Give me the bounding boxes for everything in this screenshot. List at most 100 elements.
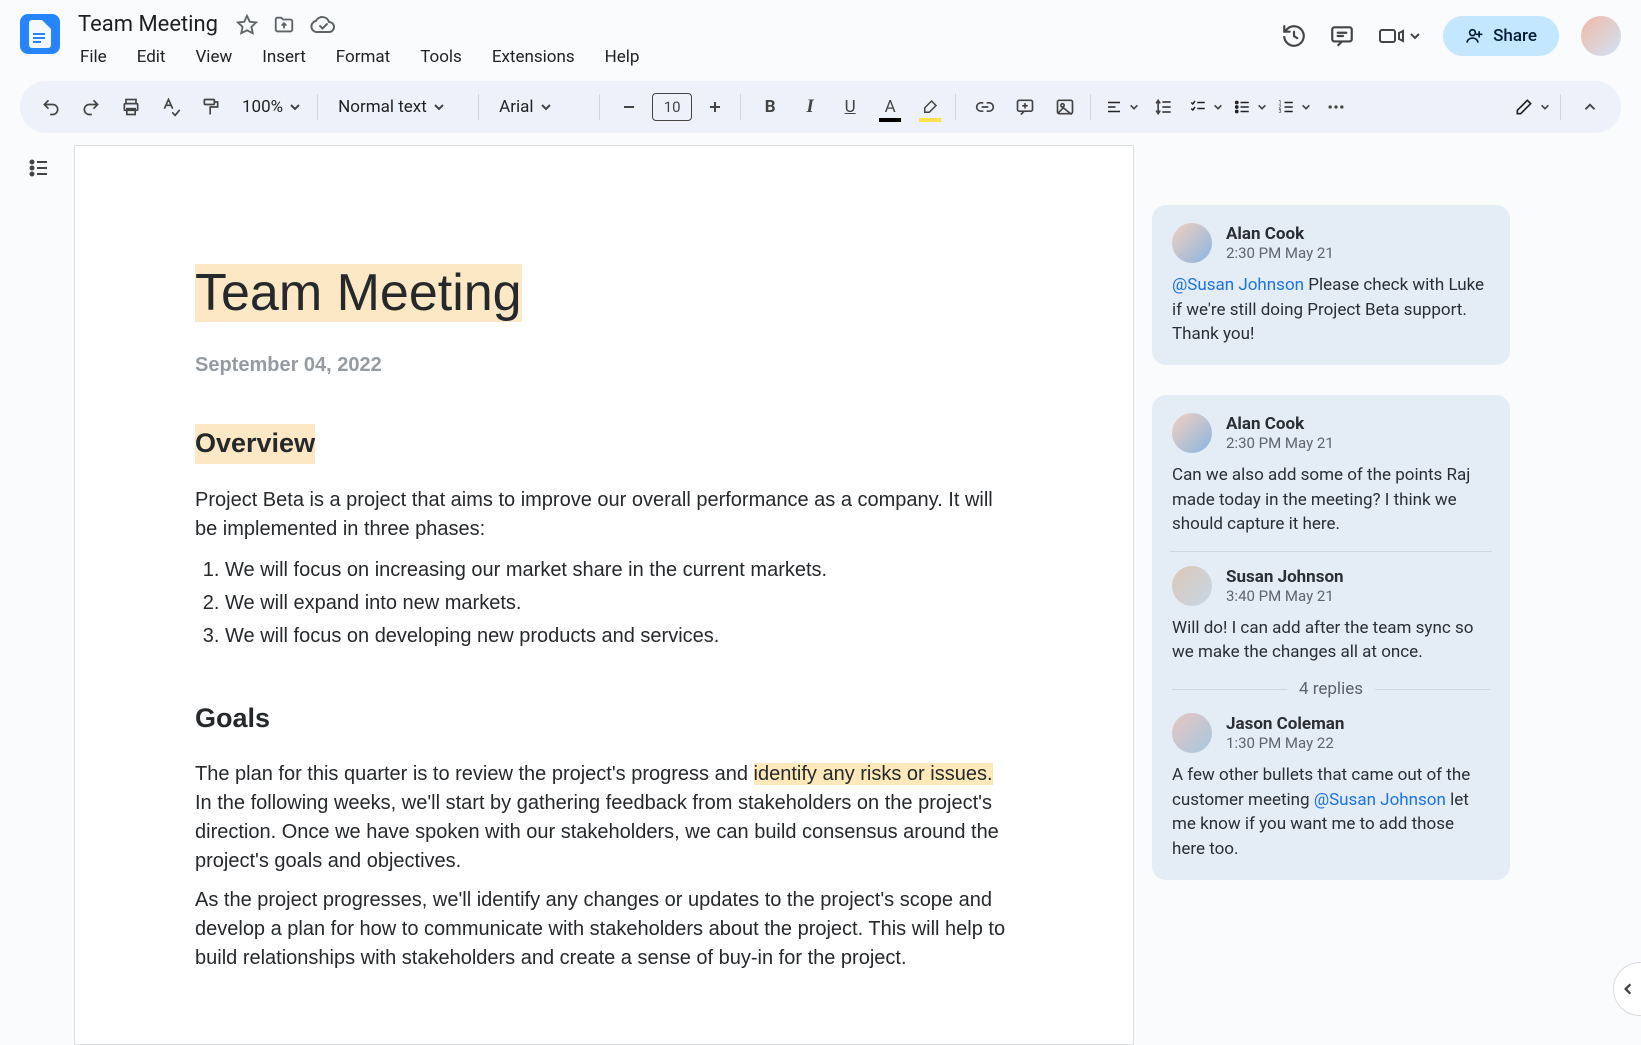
cloud-status-icon[interactable] xyxy=(310,14,336,36)
list-item: We will focus on developing new products… xyxy=(225,622,1013,651)
menu-edit[interactable]: Edit xyxy=(131,43,172,71)
undo-icon[interactable] xyxy=(34,90,68,124)
goals-paragraph-2: As the project progresses, we'll identif… xyxy=(195,886,1013,973)
chevron-down-icon xyxy=(1301,102,1311,112)
italic-button[interactable]: I xyxy=(793,90,827,124)
app-header: Team Meeting File Edit View Insert Forma… xyxy=(0,0,1641,71)
doc-heading-title: Team Meeting xyxy=(195,264,522,322)
numbered-list-select[interactable]: 123 xyxy=(1275,90,1313,124)
chevron-down-icon xyxy=(1540,102,1550,112)
comments-icon[interactable] xyxy=(1329,23,1355,49)
bulleted-list-select[interactable] xyxy=(1231,90,1269,124)
comment-time: 2:30 PM May 21 xyxy=(1226,434,1334,452)
comment-author: Alan Cook xyxy=(1226,414,1334,434)
insert-link-icon[interactable] xyxy=(968,90,1002,124)
more-tools-icon[interactable] xyxy=(1319,90,1353,124)
comment-body: Will do! I can add after the team sync s… xyxy=(1172,616,1490,665)
menu-help[interactable]: Help xyxy=(599,43,646,71)
chevron-left-icon xyxy=(1621,982,1635,996)
move-icon[interactable] xyxy=(272,14,296,36)
list-item: We will expand into new markets. xyxy=(225,589,1013,618)
history-icon[interactable] xyxy=(1281,23,1307,49)
chevron-down-icon xyxy=(289,101,301,113)
print-icon[interactable] xyxy=(114,90,148,124)
mention[interactable]: @Susan Johnson xyxy=(1172,275,1304,295)
font-size-increase[interactable] xyxy=(698,90,732,124)
editing-mode-select[interactable] xyxy=(1512,90,1552,124)
highlighted-text: identify any risks or issues. xyxy=(754,763,993,785)
chevron-down-icon[interactable] xyxy=(1409,30,1421,42)
insert-image-icon[interactable] xyxy=(1048,90,1082,124)
comments-panel: Alan Cook 2:30 PM May 21 @Susan Johnson … xyxy=(1152,205,1510,880)
meet-icon[interactable] xyxy=(1377,24,1421,48)
spellcheck-icon[interactable] xyxy=(154,90,188,124)
comment-time: 2:30 PM May 21 xyxy=(1226,244,1334,262)
avatar xyxy=(1172,223,1212,263)
docs-logo-icon[interactable] xyxy=(20,14,60,54)
heading-goals: Goals xyxy=(195,699,270,738)
paint-format-icon[interactable] xyxy=(194,90,228,124)
menu-insert[interactable]: Insert xyxy=(256,43,312,71)
avatar xyxy=(1172,413,1212,453)
chevron-down-icon xyxy=(1129,102,1139,112)
list-item: We will focus on increasing our market s… xyxy=(225,556,1013,585)
comment-time: 1:30 PM May 22 xyxy=(1226,734,1344,752)
avatar xyxy=(1172,713,1212,753)
bold-button[interactable]: B xyxy=(753,90,787,124)
paragraph-style-value: Normal text xyxy=(338,97,427,117)
mention[interactable]: @Susan Johnson xyxy=(1314,790,1446,810)
people-icon xyxy=(1465,26,1485,46)
comment-body: @Susan Johnson Please check with Luke if… xyxy=(1172,273,1490,347)
align-select[interactable] xyxy=(1103,90,1141,124)
redo-icon[interactable] xyxy=(74,90,108,124)
underline-button[interactable]: U xyxy=(833,90,867,124)
chevron-down-icon xyxy=(1257,102,1267,112)
svg-text:3: 3 xyxy=(1279,109,1282,115)
replies-count[interactable]: 4 replies xyxy=(1299,679,1363,699)
menu-extensions[interactable]: Extensions xyxy=(486,43,581,71)
comment-body: Can we also add some of the points Raj m… xyxy=(1172,463,1490,537)
collapse-toolbar-icon[interactable] xyxy=(1573,90,1607,124)
menu-tools[interactable]: Tools xyxy=(414,43,468,71)
doc-title[interactable]: Team Meeting xyxy=(74,10,222,39)
goals-paragraph-1: The plan for this quarter is to review t… xyxy=(195,760,1013,876)
account-avatar[interactable] xyxy=(1581,16,1621,56)
paragraph-style-select[interactable]: Normal text xyxy=(330,90,470,124)
comment-body: A few other bullets that came out of the… xyxy=(1172,763,1490,862)
share-label: Share xyxy=(1493,26,1537,46)
comment-author: Alan Cook xyxy=(1226,224,1334,244)
comment-author: Jason Coleman xyxy=(1226,714,1344,734)
chevron-down-icon xyxy=(433,101,445,113)
comment-time: 3:40 PM May 21 xyxy=(1226,587,1344,605)
share-button[interactable]: Share xyxy=(1443,16,1559,56)
avatar xyxy=(1172,566,1212,606)
phases-list: We will focus on increasing our market s… xyxy=(195,556,1013,651)
text-color-button[interactable]: A xyxy=(873,90,907,124)
document-outline-icon[interactable] xyxy=(22,151,56,185)
line-spacing-icon[interactable] xyxy=(1147,90,1181,124)
font-size-input[interactable]: 10 xyxy=(652,93,692,121)
highlight-color-button[interactable] xyxy=(913,90,947,124)
add-comment-icon[interactable] xyxy=(1008,90,1042,124)
checklist-select[interactable] xyxy=(1187,90,1225,124)
overview-paragraph: Project Beta is a project that aims to i… xyxy=(195,486,1013,544)
toolbar: 100% Normal text Arial 10 B I U A xyxy=(20,81,1621,133)
chevron-down-icon xyxy=(540,101,552,113)
font-select[interactable]: Arial xyxy=(491,90,591,124)
zoom-select[interactable]: 100% xyxy=(234,90,309,124)
font-value: Arial xyxy=(499,97,533,117)
star-icon[interactable] xyxy=(236,14,258,36)
comment-card[interactable]: Alan Cook 2:30 PM May 21 @Susan Johnson … xyxy=(1152,205,1510,365)
chevron-down-icon xyxy=(1213,102,1223,112)
zoom-value: 100% xyxy=(242,97,283,117)
menu-format[interactable]: Format xyxy=(330,43,396,71)
comment-card[interactable]: Alan Cook 2:30 PM May 21 Can we also add… xyxy=(1152,395,1510,880)
comment-author: Susan Johnson xyxy=(1226,567,1344,587)
font-size-decrease[interactable] xyxy=(612,90,646,124)
menu-file[interactable]: File xyxy=(74,43,113,71)
menu-bar: File Edit View Insert Format Tools Exten… xyxy=(74,43,1267,71)
heading-overview: Overview xyxy=(195,424,315,463)
doc-date: September 04, 2022 xyxy=(195,351,1013,380)
document-page[interactable]: Team Meeting September 04, 2022 Overview… xyxy=(74,145,1134,1045)
menu-view[interactable]: View xyxy=(189,43,238,71)
